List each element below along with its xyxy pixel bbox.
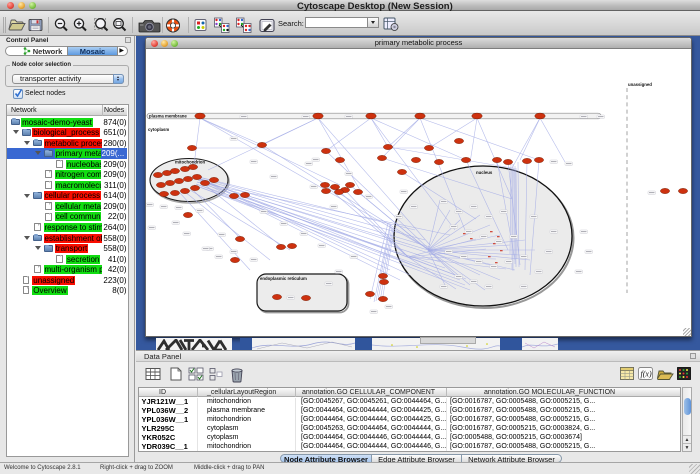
svg-text:plasma membrane: plasma membrane bbox=[149, 113, 187, 118]
svg-text:endoplasmic reticulum: endoplasmic reticulum bbox=[260, 276, 307, 281]
svg-text:mitochondrion: mitochondrion bbox=[175, 160, 205, 165]
svg-text:nucleus: nucleus bbox=[476, 170, 493, 175]
svg-text:unassigned: unassigned bbox=[628, 82, 652, 87]
svg-text:cytoplasm: cytoplasm bbox=[148, 127, 169, 132]
svg-text:f(x): f(x) bbox=[641, 370, 652, 379]
